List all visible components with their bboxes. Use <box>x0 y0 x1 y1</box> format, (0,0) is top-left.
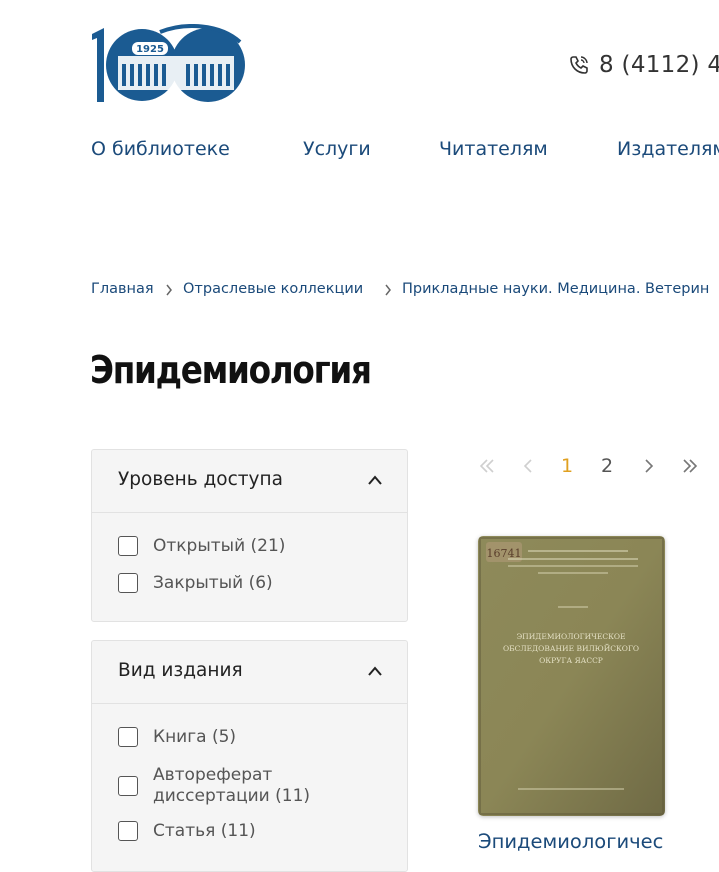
chevron-right-icon <box>166 284 172 296</box>
filter-option-label: Закрытый (6) <box>153 573 273 593</box>
svg-text:1925: 1925 <box>136 44 164 55</box>
breadcrumb-applied-sciences[interactable]: Прикладные науки. Медицина. Ветерин <box>402 281 709 297</box>
pagination-page-1[interactable]: 1 <box>558 452 576 480</box>
phone-number: 8 (4112) 45 <box>599 52 719 78</box>
chevron-left-icon <box>523 459 532 473</box>
filter-option-book[interactable]: Книга (5) <box>118 727 236 748</box>
centenary-logo-icon: 1925 <box>92 24 245 102</box>
filter-panel-header[interactable]: Уровень доступа <box>92 450 407 513</box>
phone-icon <box>570 56 588 74</box>
pagination-first[interactable] <box>476 452 498 480</box>
checkbox[interactable] <box>118 727 138 747</box>
checkbox[interactable] <box>118 536 138 556</box>
breadcrumb-home[interactable]: Главная <box>91 281 154 297</box>
checkbox[interactable] <box>118 573 138 593</box>
double-chevron-right-icon <box>683 459 698 473</box>
library-logo[interactable]: 1925 <box>90 24 248 104</box>
checkbox[interactable] <box>118 821 138 841</box>
book-cover-image[interactable]: 16741 ЭПИДЕМИОЛОГИЧЕСКОЕ ОБСЛЕДОВАНИЕ ВИ… <box>478 536 665 816</box>
svg-text:ЭПИДЕМИОЛОГИЧЕСКОЕ: ЭПИДЕМИОЛОГИЧЕСКОЕ <box>516 632 625 641</box>
book-cover-icon: 16741 ЭПИДЕМИОЛОГИЧЕСКОЕ ОБСЛЕДОВАНИЕ ВИ… <box>478 536 665 816</box>
double-chevron-left-icon <box>479 459 494 473</box>
card-title[interactable]: Эпидемиологичес <box>478 830 667 853</box>
filter-panel-access: Уровень доступа Открытый (21) Закрытый (… <box>91 449 408 622</box>
header-phone[interactable]: 8 (4112) 45 <box>569 50 719 80</box>
nav-item-about[interactable]: О библиотеке <box>91 138 230 160</box>
filter-option-label: Статья (11) <box>153 821 256 841</box>
filter-option-label: Открытый (21) <box>153 536 286 556</box>
page-title: Эпидемиология <box>90 348 372 392</box>
filter-option-open[interactable]: Открытый (21) <box>118 536 285 557</box>
filter-panel-title: Уровень доступа <box>118 469 283 490</box>
filter-option-label: Книга (5) <box>153 727 237 747</box>
filter-option-abstract[interactable]: Автореферат диссертации (11) <box>118 765 310 807</box>
chevron-right-icon <box>385 284 391 296</box>
pagination-page-2[interactable]: 2 <box>597 452 617 480</box>
svg-text:ОБСЛЕДОВАНИЕ ВИЛЮЙСКОГО: ОБСЛЕДОВАНИЕ ВИЛЮЙСКОГО <box>503 644 639 653</box>
chevron-right-icon <box>645 459 654 473</box>
pagination-prev[interactable] <box>519 452 539 480</box>
chevron-up-icon[interactable] <box>367 474 383 486</box>
filter-option-article[interactable]: Статья (11) <box>118 821 256 842</box>
chevron-up-icon[interactable] <box>367 665 383 677</box>
filter-panel-header[interactable]: Вид издания <box>92 641 407 704</box>
checkbox[interactable] <box>118 776 138 796</box>
nav-item-services[interactable]: Услуги <box>303 138 371 160</box>
pagination-last[interactable] <box>679 452 701 480</box>
filter-option-closed[interactable]: Закрытый (6) <box>118 573 273 594</box>
filter-panel-title: Вид издания <box>118 660 243 681</box>
filter-option-label: Автореферат диссертации (11) <box>153 765 311 806</box>
nav-item-publishers[interactable]: Издателям <box>617 138 719 160</box>
breadcrumb-collections[interactable]: Отраслевые коллекции <box>183 281 363 297</box>
filter-panel-publication-type: Вид издания Книга (5) Автореферат диссер… <box>91 640 408 872</box>
pagination-next[interactable] <box>638 452 658 480</box>
nav-item-readers[interactable]: Читателям <box>439 138 548 160</box>
svg-text:ОКРУГА ЯАССР: ОКРУГА ЯАССР <box>539 656 603 665</box>
